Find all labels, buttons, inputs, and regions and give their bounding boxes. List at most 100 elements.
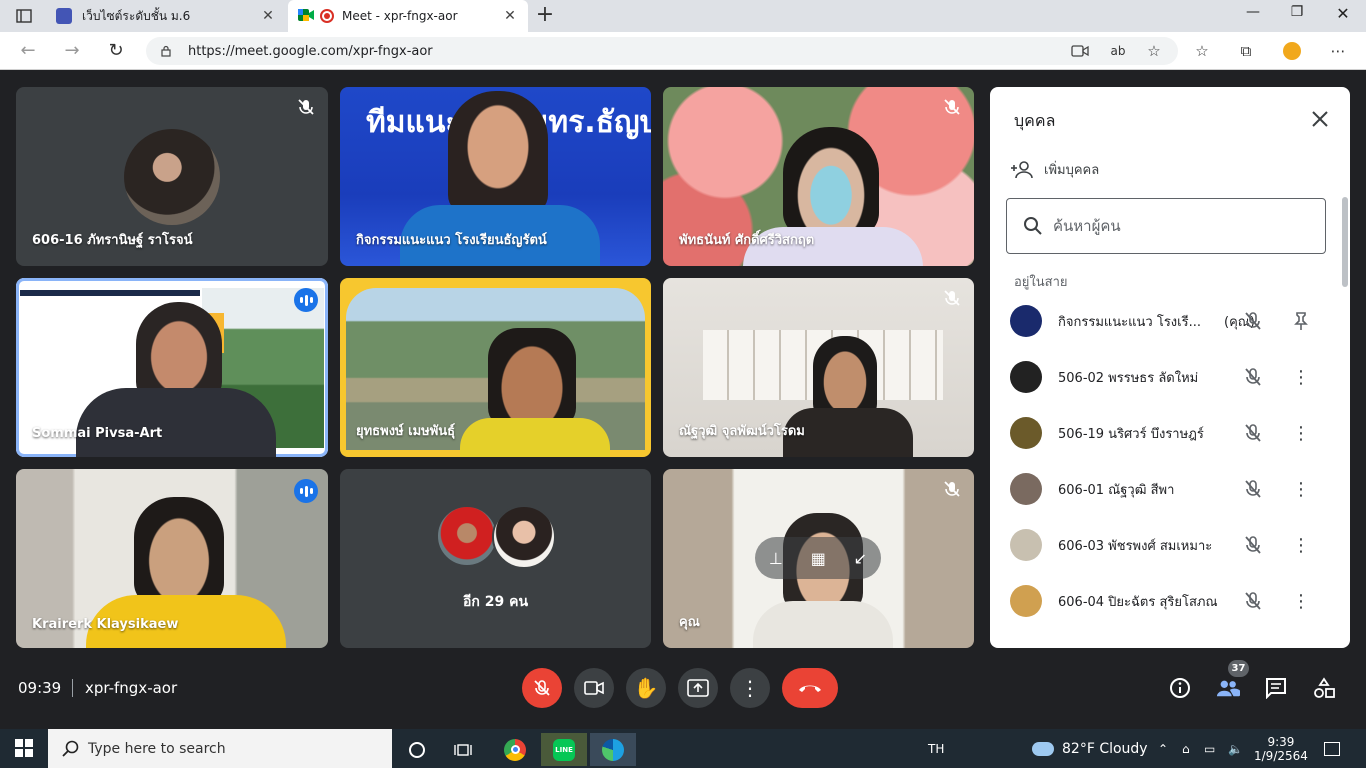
people-list: กิจกรรมแนะแนว โรงเรี... (คุณ) 506-02 พรร… [990,293,1340,629]
remove-tile-icon[interactable]: ▦ [811,549,826,568]
activities-icon[interactable] [1312,676,1336,700]
restore-button[interactable]: ❐ [1274,4,1320,26]
task-view-icon[interactable] [440,733,486,766]
present-screen-button[interactable] [678,668,718,708]
more-options-icon[interactable]: ⋮ [1290,478,1312,500]
line-app-icon[interactable]: LINE [541,733,587,766]
edge-icon[interactable] [590,733,636,766]
camera-icon[interactable] [1070,41,1090,61]
more-options-icon[interactable]: ⋮ [1290,422,1312,444]
participant-tile[interactable]: พัทธนันท์ ศักดิ์ศรีวิสกฤต [663,87,974,266]
url-text: https://meet.google.com/xpr-fngx-aor [188,43,433,59]
meeting-code: xpr-fngx-aor [85,679,178,697]
present-icon [687,679,709,697]
speaking-indicator-icon [294,479,318,503]
cloud-icon [1032,741,1054,756]
close-panel-icon[interactable] [1308,107,1332,131]
input-language[interactable]: TH [928,729,944,768]
taskbar-clock[interactable]: 9:39 1/9/2564 [1254,729,1308,768]
more-options-button[interactable]: ⋮ [730,668,770,708]
slide-background [20,290,200,296]
url-bar[interactable]: https://meet.google.com/xpr-fngx-aor [146,37,1178,65]
notification-icon[interactable] [1324,729,1340,768]
list-item[interactable]: 606-01 ณัฐวุฒิ สีพา ⋮ [990,461,1340,517]
meeting-time: 09:39 [18,679,62,697]
people-search-input[interactable]: ค้นหาผู้คน [1006,198,1326,254]
tile-hover-controls: ⊥ ▦ ↙ [755,537,881,579]
add-favorite-icon[interactable]: ☆ [1144,41,1164,61]
tab-actions-icon[interactable] [8,6,40,26]
taskbar-time: 9:39 [1267,734,1295,749]
volume-icon[interactable]: 🔈 [1228,729,1243,768]
more-options-icon[interactable]: ⋮ [1290,590,1312,612]
list-item[interactable]: 606-03 พัชรพงศ์ สมเหมาะ ⋮ [990,517,1340,573]
list-item[interactable]: 506-19 นริศวร์ บึงราษฎร์ ⋮ [990,405,1340,461]
video-feed [136,302,222,402]
minimize-tile-icon[interactable]: ↙ [854,549,867,568]
weather-widget[interactable]: 82°F Cloudy [1032,729,1148,768]
video-feed [783,127,879,237]
participant-name: คุณ [679,615,700,630]
camera-toggle-button[interactable] [574,668,614,708]
back-icon[interactable]: ← [14,39,42,63]
person-name: 506-02 พรรษธร ลัดใหม่ [1058,370,1199,386]
close-tab-icon[interactable]: ✕ [260,8,276,24]
raise-hand-button[interactable]: ✋ [626,668,666,708]
favorites-icon[interactable]: ☆ [1192,41,1212,61]
participant-tile[interactable]: ณัฐวุฒิ จุลพัฒน์วโรดม [663,278,974,457]
participant-tile[interactable]: ทีมแนะแนว มทร.ธัญบุรี กิจกรรมแนะแนว โรงเ… [340,87,651,266]
list-item[interactable]: กิจกรรมแนะแนว โรงเรี... (คุณ) [990,293,1340,349]
pin-icon[interactable]: ⊥ [769,549,783,568]
participant-tile[interactable]: Krairerk Klaysikaew [16,469,328,648]
end-call-button[interactable] [782,668,838,708]
mic-off-icon [1245,536,1261,554]
video-feed [76,388,276,457]
list-item[interactable]: 606-04 ปิยะฉัตร สุริยโสภณ ⋮ [990,573,1340,629]
tab-class-website[interactable]: เว็บไซต์ระดับชั้น ม.6 ✕ [46,0,286,32]
network-icon[interactable]: ⌂ [1182,729,1190,768]
search-icon [1024,217,1042,235]
address-toolbar: ← → ↻ https://meet.google.com/xpr-fngx-a… [0,32,1366,70]
forward-icon[interactable]: → [58,39,86,63]
add-people-button[interactable]: เพิ่มบุคคล [1010,159,1099,180]
windows-start-icon[interactable] [15,739,33,757]
meeting-details-icon[interactable] [1168,676,1192,700]
pin-icon[interactable] [1290,310,1312,332]
mic-toggle-button[interactable] [522,668,562,708]
minimize-button[interactable]: — [1230,4,1276,26]
participant-tile[interactable]: ⊥ ▦ ↙ คุณ [663,469,974,648]
people-scrollbar[interactable] [1342,197,1350,297]
meet-stage: 606-16 ภัทรานิษฐ์ ราโรจน์ ทีมแนะแนว มทร.… [0,71,1366,729]
profile-avatar[interactable] [1282,41,1302,61]
chat-icon[interactable] [1264,676,1288,700]
more-options-icon[interactable]: ⋮ [1290,534,1312,556]
cortana-icon[interactable] [394,733,440,766]
video-feed [753,601,893,648]
close-tab-icon[interactable]: ✕ [502,8,518,24]
collections-icon[interactable]: ⧉ [1236,41,1256,61]
mic-off-icon [1245,592,1261,610]
taskbar-search-input[interactable]: Type here to search [48,729,392,768]
refresh-icon[interactable]: ↻ [102,39,130,63]
chrome-icon[interactable] [492,733,538,766]
speaking-indicator-icon [294,288,318,312]
people-icon[interactable] [1216,676,1240,700]
in-call-section-label: อยู่ในสาย [1014,275,1068,290]
participant-group-tile[interactable]: อีก 29 คน [340,469,651,648]
more-options-icon[interactable]: ⋮ [1290,366,1312,388]
tray-chevron-icon[interactable]: ⌃ [1158,729,1168,768]
avatar [436,505,498,567]
participant-tile[interactable]: 606-16 ภัทรานิษฐ์ ราโรจน์ [16,87,328,266]
translate-icon[interactable]: ab [1108,41,1128,61]
participant-tile[interactable]: ยุทธพงษ์ เมษพันธุ์ [340,278,651,457]
participant-tile[interactable]: Sommai Pivsa-Art [16,278,328,457]
new-tab-button[interactable]: + [534,4,556,28]
close-window-button[interactable]: ✕ [1320,4,1366,26]
avatar [1010,473,1042,505]
mic-off-icon [944,99,960,115]
settings-more-icon[interactable]: ⋯ [1328,41,1348,61]
list-item[interactable]: 506-02 พรรษธร ลัดใหม่ ⋮ [990,349,1340,405]
tab-meet[interactable]: Meet - xpr-fngx-aor ✕ [288,0,528,32]
tab-strip: เว็บไซต์ระดับชั้น ม.6 ✕ Meet - xpr-fngx-… [0,0,1366,32]
battery-icon[interactable]: ▭ [1204,729,1215,768]
